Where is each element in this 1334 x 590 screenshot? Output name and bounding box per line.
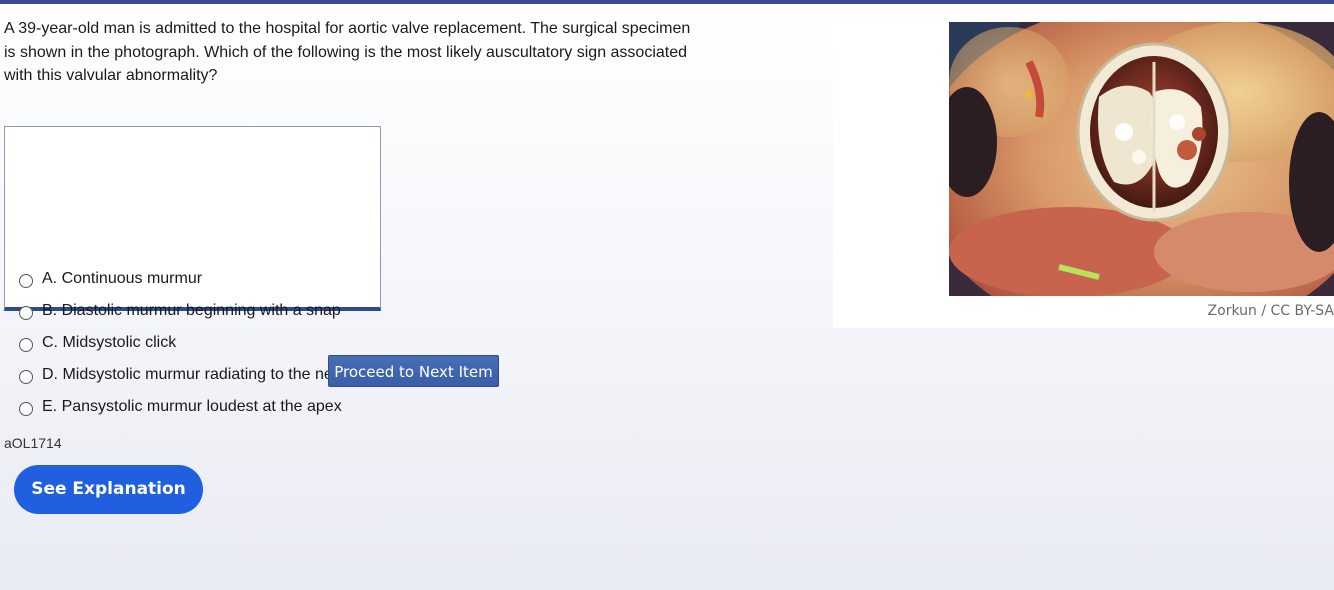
choice-label: A. Continuous murmur	[42, 270, 203, 287]
specimen-figure: Zorkun / CC BY-SA	[833, 8, 1334, 328]
image-credit: Zorkun / CC BY-SA	[1207, 303, 1334, 319]
choice-b[interactable]: B. Diastolic murmur beginning with a sna…	[19, 300, 341, 322]
proceed-next-button[interactable]: Proceed to Next Item	[328, 355, 499, 387]
radio-button[interactable]	[19, 305, 33, 320]
answer-choices: A. Continuous murmur B. Diastolic murmur…	[4, 126, 381, 416]
radio-button[interactable]	[19, 401, 33, 416]
choice-d[interactable]: D. Midsystolic murmur radiating to the n…	[19, 364, 349, 386]
radio-button[interactable]	[19, 273, 33, 288]
radio-button[interactable]	[19, 369, 33, 384]
choice-c[interactable]: C. Midsystolic click	[19, 332, 176, 354]
choice-e[interactable]: E. Pansystolic murmur loudest at the ape…	[19, 396, 342, 418]
choice-label: E. Pansystolic murmur loudest at the ape…	[42, 398, 342, 415]
question-stem: A 39-year-old man is admitted to the hos…	[4, 20, 691, 84]
item-id: aOL1714	[4, 435, 62, 451]
top-accent-bar	[0, 0, 1334, 4]
choice-label: B. Diastolic murmur beginning with a sna…	[42, 302, 341, 319]
specimen-photo	[949, 22, 1334, 296]
choice-label: C. Midsystolic click	[42, 334, 177, 351]
choice-a[interactable]: A. Continuous murmur	[19, 268, 202, 290]
see-explanation-button[interactable]: See Explanation	[14, 465, 203, 514]
choice-label: D. Midsystolic murmur radiating to the n…	[42, 366, 349, 383]
radio-button[interactable]	[19, 337, 33, 352]
